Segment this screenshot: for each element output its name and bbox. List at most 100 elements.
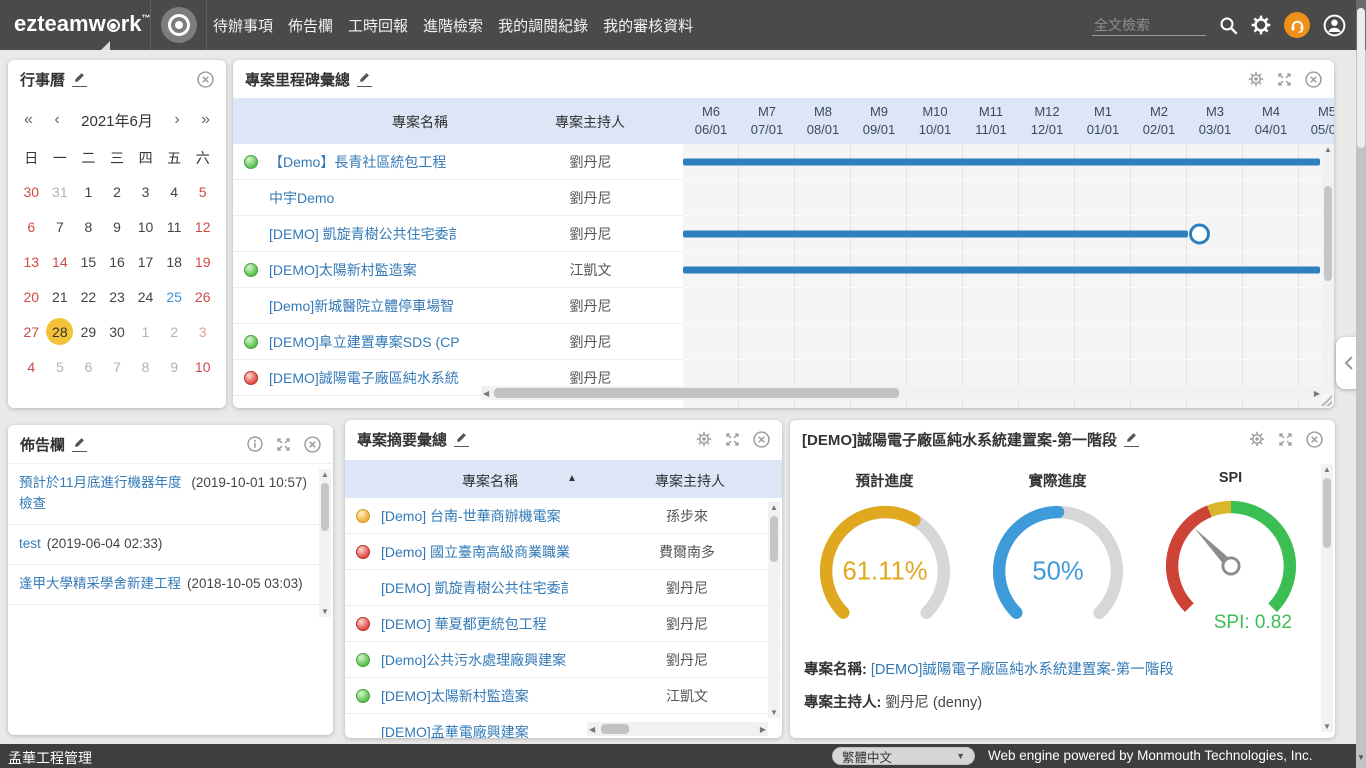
calendar-day[interactable]: 11 xyxy=(160,209,189,244)
project-link[interactable]: [DEMO] 華夏都更統包工程 xyxy=(381,614,612,634)
calendar-day[interactable]: 2 xyxy=(160,314,189,349)
calendar-day[interactable]: 3 xyxy=(131,174,160,209)
calendar-day[interactable]: 10 xyxy=(188,349,217,384)
scroll-down-icon[interactable]: ▼ xyxy=(1356,753,1366,762)
project-link[interactable]: 中宇Demo xyxy=(269,188,513,208)
calendar-day[interactable]: 25 xyxy=(160,279,189,314)
calendar-month-label[interactable]: 2021年6月 xyxy=(81,110,153,131)
calendar-day[interactable]: 22 xyxy=(74,279,103,314)
gauge-vertical-scrollbar[interactable]: ▲ ▼ xyxy=(1321,464,1333,732)
gantt-bar[interactable] xyxy=(683,158,1320,165)
column-header-owner[interactable]: 專案主持人 xyxy=(590,471,782,491)
expand-icon[interactable] xyxy=(1278,432,1293,447)
calendar-day[interactable]: 24 xyxy=(131,279,160,314)
gantt-bar[interactable] xyxy=(683,266,1320,273)
edit-title-icon[interactable] xyxy=(454,432,469,447)
close-icon[interactable] xyxy=(1305,71,1322,88)
calendar-day[interactable]: 8 xyxy=(131,349,160,384)
menu-item-5[interactable]: 我的審核資料 xyxy=(603,15,693,36)
scroll-left-icon[interactable]: ◀ xyxy=(589,725,595,734)
calendar-day[interactable]: 5 xyxy=(46,349,75,384)
calendar-day[interactable]: 6 xyxy=(74,349,103,384)
project-link[interactable]: [Demo]公共污水處理廠興建案 xyxy=(381,650,612,670)
menu-item-0[interactable]: 待辦事項 xyxy=(213,15,273,36)
expand-icon[interactable] xyxy=(1277,72,1292,87)
menu-item-2[interactable]: 工時回報 xyxy=(348,15,408,36)
close-icon[interactable] xyxy=(1306,431,1323,448)
calendar-day[interactable]: 19 xyxy=(188,244,217,279)
eye-button[interactable] xyxy=(150,0,207,50)
scrollbar-thumb[interactable] xyxy=(770,516,778,562)
close-icon[interactable] xyxy=(197,71,214,88)
menu-item-3[interactable]: 進階檢索 xyxy=(423,15,483,36)
calendar-day[interactable]: 1 xyxy=(74,174,103,209)
calendar-day[interactable]: 10 xyxy=(131,209,160,244)
calendar-day[interactable]: 29 xyxy=(74,314,103,349)
scrollbar-thumb[interactable] xyxy=(1323,478,1331,548)
info-icon[interactable] xyxy=(247,436,263,452)
prev-year-button[interactable]: « xyxy=(24,111,33,129)
scroll-up-icon[interactable]: ▲ xyxy=(1321,465,1333,474)
scroll-left-icon[interactable]: ◀ xyxy=(483,389,489,398)
bulletin-vertical-scrollbar[interactable]: ▲ ▼ xyxy=(319,469,331,617)
calendar-day[interactable]: 31 xyxy=(46,174,75,209)
calendar-day[interactable]: 9 xyxy=(160,349,189,384)
menu-item-4[interactable]: 我的調閱紀錄 xyxy=(498,15,588,36)
project-link[interactable]: [DEMO]誠陽電子廠區純水系統 xyxy=(269,368,513,388)
scrollbar-thumb[interactable] xyxy=(494,388,899,398)
calendar-day[interactable]: 21 xyxy=(46,279,75,314)
search-input[interactable] xyxy=(1092,15,1206,36)
project-link[interactable]: 【Demo】長青社區統包工程 xyxy=(269,152,513,172)
close-icon[interactable] xyxy=(753,431,770,448)
search-icon[interactable] xyxy=(1219,16,1238,35)
calendar-day[interactable]: 27 xyxy=(17,314,46,349)
edit-title-icon[interactable] xyxy=(72,72,87,87)
gantt-vertical-scrollbar[interactable]: ▲ xyxy=(1322,144,1334,394)
project-link[interactable]: [DEMO]太陽新村監造案 xyxy=(269,260,513,280)
calendar-day[interactable]: 6 xyxy=(17,209,46,244)
gear-icon[interactable] xyxy=(1248,71,1264,87)
bulletin-link[interactable]: test xyxy=(19,534,41,555)
project-name-link[interactable]: [DEMO]誠陽電子廠區純水系統建置案-第一階段 xyxy=(871,662,1174,678)
scrollbar-thumb[interactable] xyxy=(321,483,329,531)
calendar-day[interactable]: 14 xyxy=(46,244,75,279)
calendar-day[interactable]: 23 xyxy=(103,279,132,314)
calendar-day[interactable]: 7 xyxy=(103,349,132,384)
sort-ascending-icon[interactable]: ▲ xyxy=(567,473,577,484)
calendar-day[interactable]: 30 xyxy=(17,174,46,209)
gantt-bar[interactable] xyxy=(683,230,1188,237)
calendar-day[interactable]: 4 xyxy=(17,349,46,384)
close-icon[interactable] xyxy=(304,436,321,453)
gear-icon[interactable] xyxy=(1249,431,1265,447)
calendar-day[interactable]: 13 xyxy=(17,244,46,279)
project-link[interactable]: [Demo]新城醫院立體停車場智 xyxy=(269,296,513,316)
calendar-day[interactable]: 16 xyxy=(103,244,132,279)
calendar-day[interactable]: 18 xyxy=(160,244,189,279)
gear-icon[interactable] xyxy=(696,431,712,447)
prev-month-button[interactable]: ‹ xyxy=(54,111,59,129)
column-header-name[interactable]: 專案名稱 xyxy=(390,471,590,491)
calendar-day[interactable]: 1 xyxy=(131,314,160,349)
calendar-day[interactable]: 8 xyxy=(74,209,103,244)
calendar-day[interactable]: 5 xyxy=(188,174,217,209)
calendar-day[interactable]: 26 xyxy=(188,279,217,314)
calendar-day[interactable]: 15 xyxy=(74,244,103,279)
bulletin-link[interactable]: 預計於11月底進行機器年度檢查 xyxy=(19,473,185,515)
project-link[interactable]: [Demo] 台南-世華商辦機電案 xyxy=(381,506,612,526)
scroll-right-icon[interactable]: ▶ xyxy=(1314,389,1320,398)
scrollbar-thumb[interactable] xyxy=(1357,8,1365,148)
project-link[interactable]: [DEMO] 凱旋青樹公共住宅委訁 xyxy=(269,224,513,244)
scroll-down-icon[interactable]: ▼ xyxy=(768,708,780,717)
edit-title-icon[interactable] xyxy=(72,437,87,452)
project-link[interactable]: [DEMO] 凱旋青樹公共住宅委訁 xyxy=(381,578,612,598)
settings-gear-icon[interactable] xyxy=(1251,15,1271,35)
resize-handle[interactable] xyxy=(1321,395,1332,406)
calendar-day[interactable]: 20 xyxy=(17,279,46,314)
calendar-day[interactable]: 4 xyxy=(160,174,189,209)
calendar-day[interactable]: 9 xyxy=(103,209,132,244)
project-link[interactable]: [DEMO]太陽新村監造案 xyxy=(381,686,612,706)
calendar-day[interactable]: 28 xyxy=(46,314,75,349)
user-profile-icon[interactable] xyxy=(1323,14,1346,37)
menu-item-1[interactable]: 佈告欄 xyxy=(288,15,333,36)
scroll-up-icon[interactable]: ▲ xyxy=(319,470,331,479)
